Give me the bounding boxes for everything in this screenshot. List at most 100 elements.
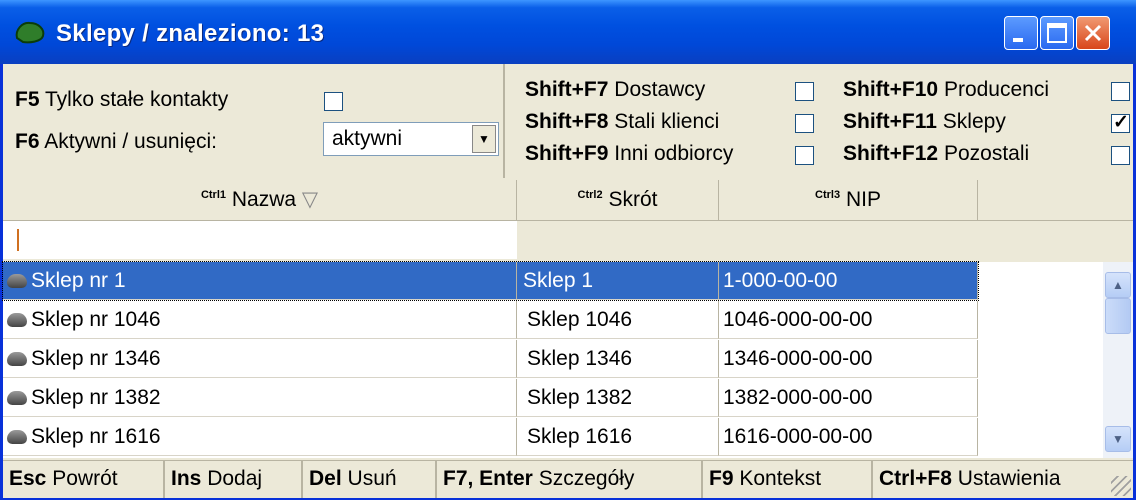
status-ustawienia-button[interactable]: Ctrl+F8 Ustawienia — [873, 461, 1109, 498]
filter-sklepy[interactable]: Shift+F11 Sklepy — [843, 110, 1006, 134]
cell-text: Sklep nr 1046 — [31, 308, 161, 331]
scroll-thumb[interactable] — [1105, 298, 1131, 334]
cell-text: Sklep nr 1 — [31, 269, 126, 292]
shortcut-key: F9 — [709, 467, 734, 490]
filter-producenci[interactable]: Shift+F10 Producenci — [843, 78, 1049, 102]
table-row[interactable]: Sklep nr 1046 Sklep 1046 1046-000-00-00 — [3, 301, 978, 339]
filter-left-group: F5 Tylko stałe kontakty F6 Aktywni / usu… — [3, 64, 505, 178]
pozostali-checkbox[interactable] — [1111, 146, 1130, 165]
status-kontekst-button[interactable]: F9 Kontekst — [703, 461, 873, 498]
cell-name: Sklep nr 1616 — [3, 418, 517, 456]
table-row[interactable]: Sklep nr 1616 Sklep 1616 1616-000-00-00 — [3, 418, 978, 456]
cell-name: Sklep nr 1046 — [3, 301, 517, 339]
minimize-button[interactable] — [1004, 16, 1038, 50]
cell-nip: 1616-000-00-00 — [719, 418, 978, 456]
ctrl-number: 2 — [596, 189, 603, 201]
status-label: Usuń — [347, 467, 397, 490]
green-blob-icon — [15, 21, 45, 44]
status-usun-button[interactable]: Del Usuń — [303, 461, 437, 498]
status-label: Szczegóły — [538, 467, 635, 490]
filter-pozostali[interactable]: Shift+F12 Pozostali — [843, 142, 1029, 166]
sklepy-checkbox[interactable]: ✓ — [1111, 112, 1130, 133]
cell-text: Sklep nr 1616 — [31, 425, 161, 448]
scroll-down-icon[interactable]: ▼ — [1105, 426, 1131, 452]
aktywni-select[interactable]: aktywni ▼ — [323, 122, 499, 156]
close-icon — [1084, 24, 1102, 42]
shop-icon — [7, 391, 27, 405]
filter-stale-kontakty[interactable]: F5 Tylko stałe kontakty — [15, 88, 228, 112]
cell-short: Sklep 1382 — [517, 379, 719, 417]
status-powrot-button[interactable]: Esc Powrót — [3, 461, 165, 498]
cell-text: Sklep nr 1382 — [31, 386, 161, 409]
maximize-button[interactable] — [1040, 16, 1074, 50]
close-button[interactable] — [1076, 16, 1110, 50]
cell-nip: 1382-000-00-00 — [719, 379, 978, 417]
dostawcy-checkbox[interactable] — [795, 82, 814, 101]
scroll-up-icon[interactable]: ▲ — [1105, 272, 1131, 298]
ctrl-label: Ctrl — [200, 189, 220, 201]
status-label: Dodaj — [207, 467, 263, 490]
shortcut-key: Del — [309, 467, 342, 490]
shop-list: Sklep nr 1 Sklep 1 1-000-00-00 Sklep nr … — [2, 261, 1103, 458]
grid-header: Ctrl1 Nazwa ▽ Ctrl2 Skrót Ctrl3 NIP — [3, 180, 1133, 221]
table-row[interactable]: Sklep nr 1382 Sklep 1382 1382-000-00-00 — [3, 379, 978, 417]
quick-search-row — [3, 221, 1133, 259]
ctrl-number: 1 — [219, 189, 227, 201]
cell-name: Sklep nr 1382 — [3, 379, 517, 417]
cell-nip: 1-000-00-00 — [719, 262, 978, 300]
ctrl-number: 3 — [833, 189, 841, 201]
shortcut-key: Shift+F8 — [525, 110, 609, 133]
minimize-icon — [1013, 38, 1023, 42]
shortcut-key: Shift+F11 — [843, 110, 937, 133]
status-dodaj-button[interactable]: Ins Dodaj — [165, 461, 303, 498]
filter-label: Tylko stałe kontakty — [44, 88, 229, 111]
table-row[interactable]: Sklep nr 1 Sklep 1 1-000-00-00 — [2, 261, 979, 301]
filter-label: Inni odbiorcy — [614, 142, 734, 165]
filter-label: Dostawcy — [614, 78, 706, 101]
filter-label: Aktywni / usunięci: — [44, 130, 217, 153]
resize-grip-icon[interactable] — [1111, 476, 1131, 496]
shortcut-key: Ctrl+F8 — [879, 467, 952, 490]
cell-short: Sklep 1 — [517, 262, 719, 300]
producenci-checkbox[interactable] — [1111, 82, 1130, 101]
title-bar[interactable]: Sklepy / znaleziono: 13 — [0, 0, 1136, 64]
chevron-down-icon[interactable]: ▼ — [472, 125, 496, 153]
sort-icon: ▽ — [301, 188, 319, 211]
filter-dostawcy[interactable]: Shift+F7 Dostawcy — [525, 78, 705, 102]
shortcut-key: F5 — [15, 88, 40, 111]
filter-aktywni-label: F6 Aktywni / usunięci: — [15, 130, 217, 154]
text-caret — [17, 229, 19, 251]
cell-short: Sklep 1046 — [517, 301, 719, 339]
quick-search-empty — [517, 221, 1133, 259]
shortcut-key: Shift+F12 — [843, 142, 939, 165]
vertical-scrollbar[interactable]: ▲ ▼ — [1103, 262, 1133, 458]
shop-icon — [7, 313, 27, 327]
cell-name: Sklep nr 1346 — [3, 340, 517, 378]
window-title: Sklepy / znaleziono: 13 — [56, 20, 325, 47]
column-header-nazwa[interactable]: Ctrl1 Nazwa ▽ — [3, 180, 517, 220]
cell-short: Sklep 1616 — [517, 418, 719, 456]
cell-short: Sklep 1346 — [517, 340, 719, 378]
column-header-skrot[interactable]: Ctrl2 Skrót — [517, 180, 719, 220]
table-row[interactable]: Sklep nr 1346 Sklep 1346 1346-000-00-00 — [3, 340, 978, 378]
quick-search-input[interactable] — [3, 221, 517, 259]
stali-klienci-checkbox[interactable] — [795, 114, 814, 133]
inni-odbiorcy-checkbox[interactable] — [795, 146, 814, 165]
shortcut-key: Shift+F7 — [525, 78, 609, 101]
status-szczegoly-button[interactable]: F7, Enter Szczegóły — [437, 461, 703, 498]
shop-icon — [7, 352, 27, 366]
cell-text: Sklep nr 1346 — [31, 347, 161, 370]
shortcut-bar: Esc Powrót Ins Dodaj Del Usuń F7, Enter … — [3, 460, 1133, 498]
column-label: Skrót — [608, 188, 658, 211]
filter-panel: F5 Tylko stałe kontakty F6 Aktywni / usu… — [3, 64, 1133, 178]
shortcut-key: Esc — [9, 467, 47, 490]
checkmark-icon: ✓ — [1113, 112, 1129, 133]
stale-kontakty-checkbox[interactable] — [324, 92, 343, 111]
ctrl-label: Ctrl — [815, 189, 834, 201]
filter-inni-odbiorcy[interactable]: Shift+F9 Inni odbiorcy — [525, 142, 733, 166]
filter-stali-klienci[interactable]: Shift+F8 Stali klienci — [525, 110, 719, 134]
filter-label: Pozostali — [943, 142, 1030, 165]
cell-name: Sklep nr 1 — [3, 262, 517, 300]
column-header-nip[interactable]: Ctrl3 NIP — [719, 180, 978, 220]
status-label: Powrót — [52, 467, 118, 490]
